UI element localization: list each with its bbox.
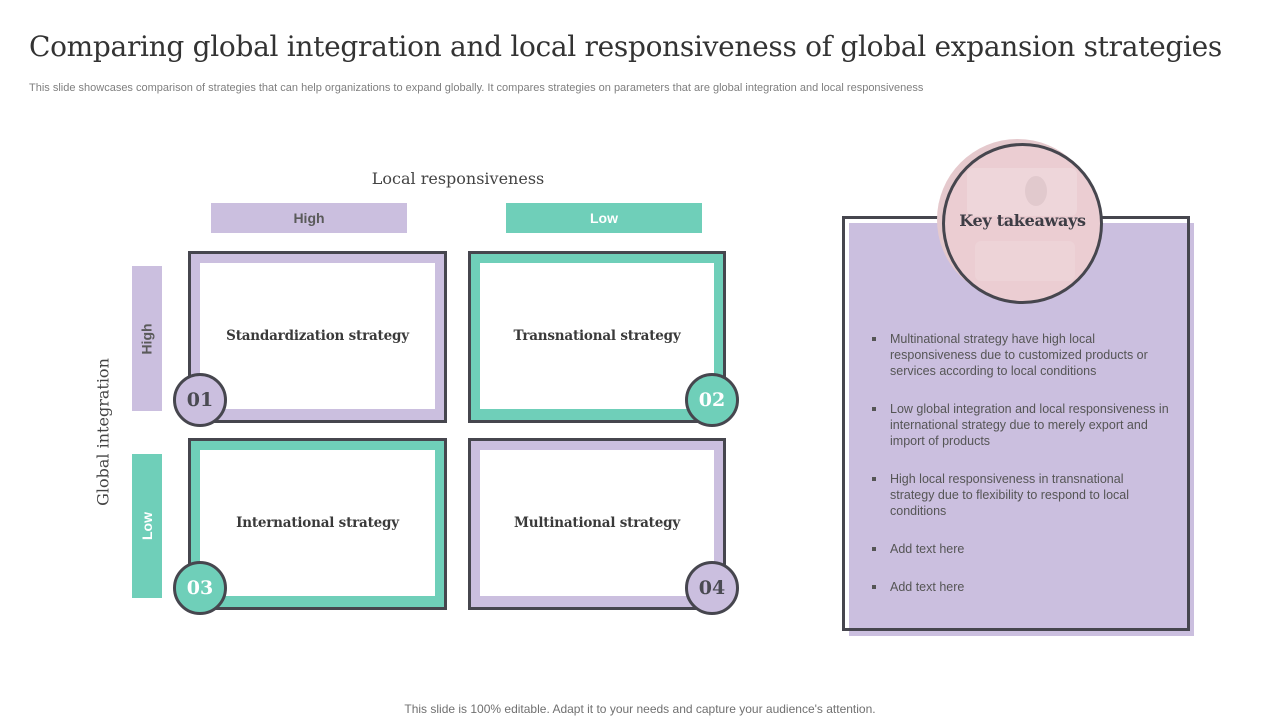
footer-note: This slide is 100% editable. Adapt it to… (404, 702, 876, 716)
quadrant-label: International strategy (236, 515, 399, 531)
list-item: Low global integration and local respons… (870, 401, 1170, 449)
list-item: Add text here (870, 541, 1170, 557)
quadrant-label: Transnational strategy (513, 328, 681, 344)
column-label-low: Low (506, 203, 702, 233)
list-item: High local responsiveness in transnation… (870, 471, 1170, 519)
x-axis-title: Local responsiveness (371, 169, 545, 188)
row-label-high: High (132, 266, 162, 411)
quadrant-inner: Transnational strategy (480, 263, 714, 409)
page-title: Comparing global integration and local r… (29, 30, 1222, 63)
number-badge-01: 01 (173, 373, 227, 427)
row-label-high-text: High (139, 322, 156, 355)
y-axis-title: Global integration (93, 358, 113, 506)
key-takeaways-title: Key takeaways (959, 211, 1086, 230)
quadrant-inner: Multinational strategy (480, 450, 714, 596)
column-label-high: High (211, 203, 407, 233)
quadrant-inner: Standardization strategy (200, 263, 435, 409)
number-badge-04: 04 (685, 561, 739, 615)
row-label-low-text: Low (139, 512, 155, 540)
key-takeaways-list: Multinational strategy have high local r… (870, 331, 1170, 617)
list-item: Add text here (870, 579, 1170, 595)
row-label-low: Low (132, 454, 162, 598)
quadrant-label: Multinational strategy (514, 515, 680, 531)
list-item: Multinational strategy have high local r… (870, 331, 1170, 379)
number-badge-03: 03 (173, 561, 227, 615)
page-subtitle: This slide showcases comparison of strat… (29, 82, 924, 94)
quadrant-inner: International strategy (200, 450, 435, 596)
quadrant-label: Standardization strategy (226, 328, 409, 344)
number-badge-02: 02 (685, 373, 739, 427)
